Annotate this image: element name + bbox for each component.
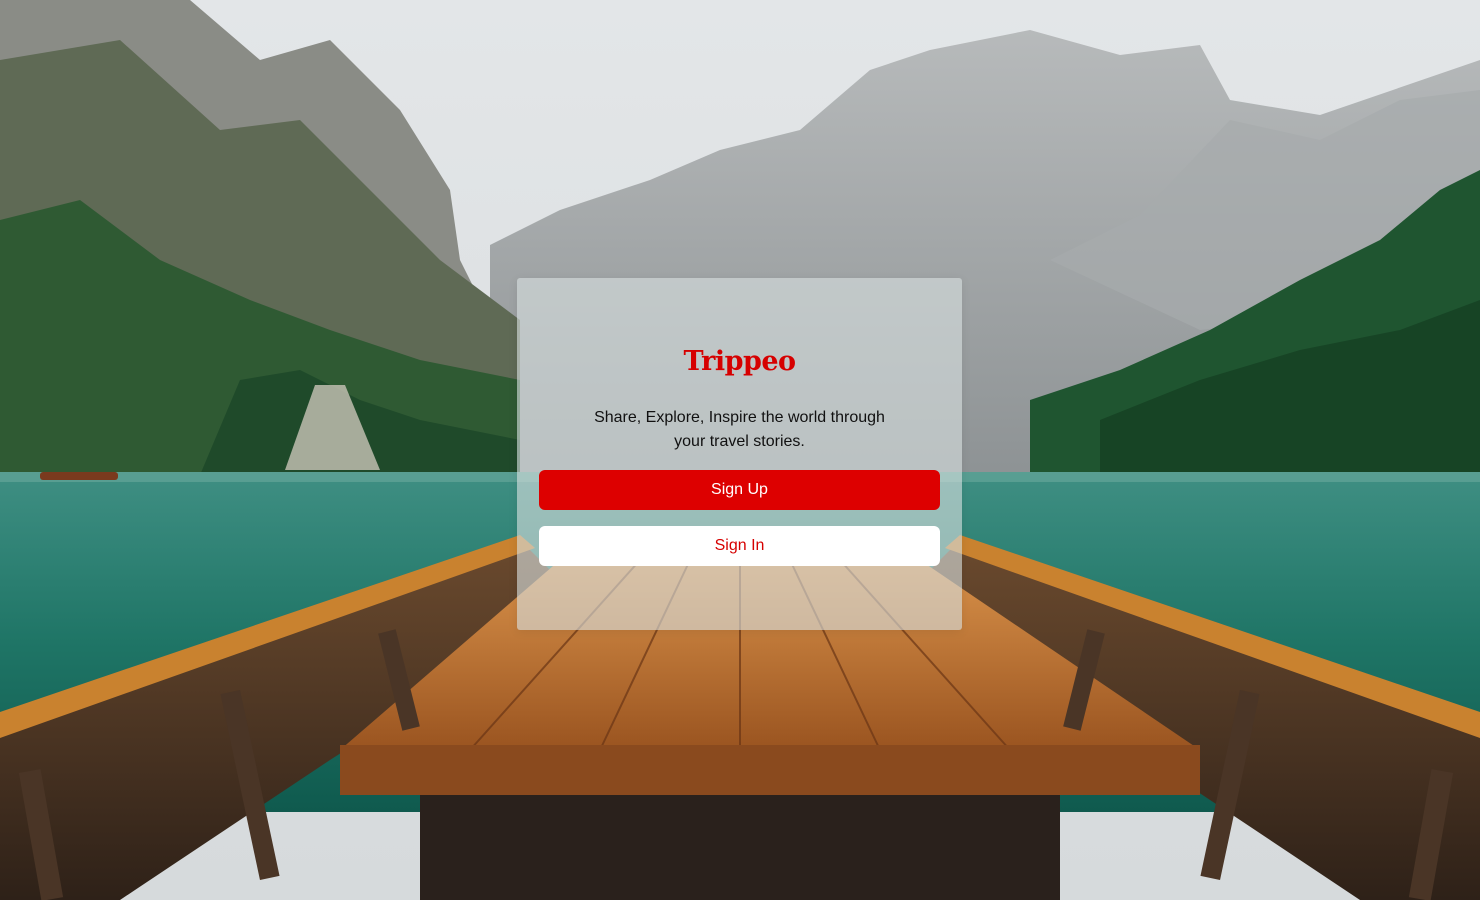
sign-in-button[interactable]: Sign In — [539, 526, 940, 566]
tagline-text: Share, Explore, Inspire the world throug… — [594, 409, 885, 450]
brand-logo: Trippeo — [683, 346, 796, 377]
sign-up-button[interactable]: Sign Up — [539, 470, 940, 510]
welcome-card: Trippeo Share, Explore, Inspire the worl… — [517, 278, 962, 630]
